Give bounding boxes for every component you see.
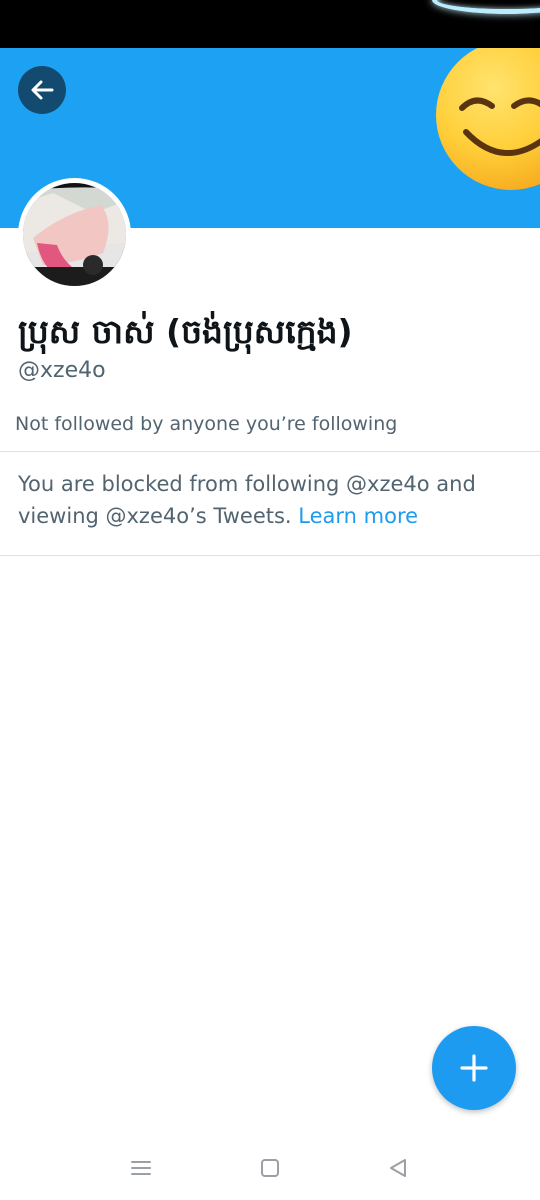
divider [0, 451, 540, 452]
profile-screen: ប្រុស ចាស់ (ចង់ប្រុសក្មេង) @xze4o Not fo… [0, 0, 540, 1200]
back-arrow-icon [31, 80, 54, 100]
blocked-notice: You are blocked from following @xze4o an… [18, 468, 523, 532]
compose-tweet-button[interactable] [432, 1026, 516, 1110]
plus-icon [460, 1054, 488, 1082]
nav-recents-button[interactable] [127, 1154, 155, 1182]
avatar[interactable] [18, 178, 131, 291]
learn-more-link[interactable]: Learn more [298, 504, 418, 528]
avatar-photo [23, 183, 126, 286]
divider [0, 555, 540, 556]
emoji-face-icon [459, 97, 540, 157]
home-square-icon [261, 1159, 279, 1177]
system-navigation-bar [0, 1136, 540, 1200]
followers-you-know-note: Not followed by anyone you’re following [15, 413, 398, 435]
nav-home-button[interactable] [256, 1154, 284, 1182]
avatar-image [23, 183, 126, 286]
username-handle: @xze4o [18, 358, 106, 383]
back-button[interactable] [18, 66, 66, 114]
smiling-halo-emoji-image [436, 48, 540, 190]
back-triangle-icon [390, 1159, 406, 1177]
nav-back-button[interactable] [384, 1154, 412, 1182]
display-name: ប្រុស ចាស់ (ចង់ប្រុសក្មេង) [18, 312, 353, 351]
menu-icon [131, 1161, 151, 1175]
